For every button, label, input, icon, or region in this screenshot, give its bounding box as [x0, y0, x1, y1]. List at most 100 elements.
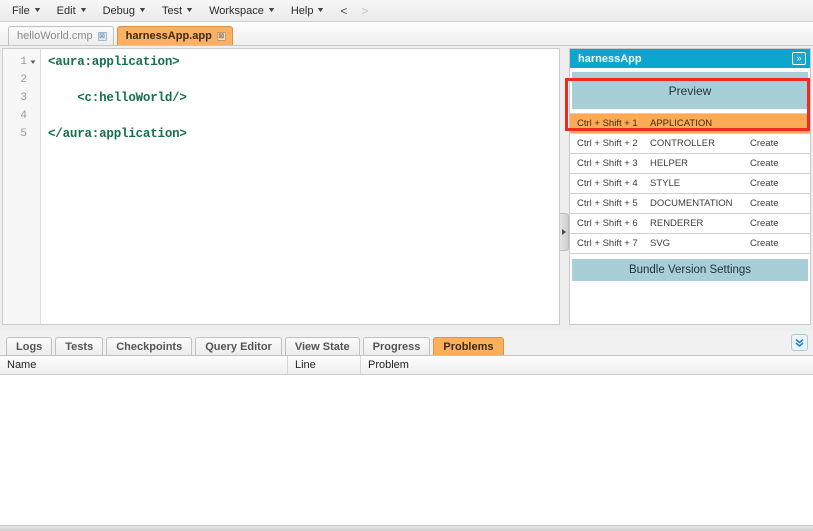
code-row: 5 </aura:application> — [3, 125, 559, 143]
file-tab-label: helloWorld.cmp — [17, 30, 93, 42]
menu-item-workspace[interactable]: Workspace ▼ — [209, 4, 282, 18]
preview-button[interactable]: Preview — [572, 72, 808, 109]
chevron-double-right-icon[interactable]: » — [792, 52, 806, 65]
bundle-row-svg[interactable]: Ctrl + Shift + 7 SVG Create — [570, 234, 810, 254]
problems-table: Name Line Problem — [0, 356, 813, 525]
column-header-name[interactable]: Name — [0, 356, 288, 374]
close-icon[interactable]: ⊠ — [216, 31, 226, 41]
column-header-line[interactable]: Line — [288, 356, 361, 374]
preview-button-label: Preview — [668, 83, 712, 98]
tab-problems[interactable]: Problems — [433, 337, 504, 355]
code-text: <aura:application> — [48, 55, 180, 69]
problems-table-body — [0, 375, 813, 525]
create-link[interactable]: Create — [750, 138, 810, 149]
bundle-row-style[interactable]: Ctrl + Shift + 4 STYLE Create — [570, 174, 810, 194]
resource-name: HELPER — [650, 158, 689, 169]
line-number: 2 — [20, 74, 27, 86]
menu-item-file[interactable]: File ▼ — [12, 4, 48, 18]
bundle-row-helper[interactable]: Ctrl + Shift + 3 HELPER Create — [570, 154, 810, 174]
resource-name: SVG — [650, 238, 671, 249]
create-link[interactable]: Create — [750, 218, 810, 229]
file-tab-helloworld-cmp[interactable]: helloWorld.cmp ⊠ — [8, 26, 114, 45]
column-header-problem[interactable]: Problem — [361, 356, 813, 374]
menu-item-label: Edit — [56, 4, 76, 17]
sidebar-title: harnessApp — [578, 52, 642, 65]
tab-progress[interactable]: Progress — [362, 337, 431, 355]
nav-forward-icon[interactable]: > — [361, 5, 368, 17]
line-number: 5 — [20, 128, 27, 140]
menu-item-label: Help — [290, 4, 314, 17]
bundle-resource-list: Ctrl + Shift + 1 APPLICATION Ctrl + Shif… — [570, 113, 810, 254]
bundle-version-settings-button[interactable]: Bundle Version Settings — [572, 259, 808, 281]
tab-label: Problems — [443, 340, 494, 353]
resource-name: STYLE — [650, 178, 681, 189]
tab-label: Progress — [372, 340, 421, 353]
shortcut-label: Ctrl + Shift + 3 — [577, 158, 638, 169]
resource-name: APPLICATION — [650, 118, 713, 129]
work-area: 1 ▾ <aura:application> 2 3 <c:helloWorld… — [0, 46, 813, 377]
code-editor[interactable]: 1 ▾ <aura:application> 2 3 <c:helloWorld… — [2, 48, 560, 325]
shortcut-label: Ctrl + Shift + 1 — [577, 118, 638, 129]
create-link[interactable]: Create — [750, 198, 810, 209]
sidebar-splitter-handle[interactable] — [560, 213, 569, 251]
caret-down-icon: ▼ — [185, 7, 195, 14]
resource-name: DOCUMENTATION — [650, 198, 733, 209]
bundle-row-documentation[interactable]: Ctrl + Shift + 5 DOCUMENTATION Create — [570, 194, 810, 214]
chevron-double-down-icon[interactable] — [791, 334, 808, 351]
tab-tests[interactable]: Tests — [55, 337, 104, 355]
shortcut-label: Ctrl + Shift + 5 — [577, 198, 638, 209]
tab-label: Checkpoints — [116, 340, 183, 353]
line-number: 3 — [20, 92, 27, 104]
menu-item-edit[interactable]: Edit ▼ — [57, 4, 94, 18]
code-row: 2 — [3, 71, 559, 89]
fold-toggle-icon[interactable]: ▾ — [25, 58, 42, 66]
code-text: <c:helloWorld/> — [48, 91, 187, 105]
bundle-sidebar: harnessApp » Preview Ctrl + Shift + 1 AP… — [569, 48, 811, 325]
create-link[interactable]: Create — [750, 158, 810, 169]
code-row: 1 ▾ <aura:application> — [3, 53, 559, 71]
code-row: 4 — [3, 107, 559, 125]
shortcut-label: Ctrl + Shift + 6 — [577, 218, 638, 229]
file-tab-strip: helloWorld.cmp ⊠ harnessApp.app ⊠ — [0, 22, 813, 46]
create-link[interactable]: Create — [750, 238, 810, 249]
developer-console-window: File ▼ Edit ▼ Debug ▼ Test ▼ Workspace ▼… — [0, 0, 813, 531]
menu-item-label: Workspace — [209, 4, 264, 17]
menu-item-help[interactable]: Help ▼ — [291, 4, 332, 18]
caret-down-icon: ▼ — [266, 7, 276, 14]
line-number: 1 — [20, 56, 27, 68]
tab-checkpoints[interactable]: Checkpoints — [106, 337, 193, 355]
shortcut-label: Ctrl + Shift + 2 — [577, 138, 638, 149]
tab-logs[interactable]: Logs — [6, 337, 53, 355]
file-tab-label: harnessApp.app — [125, 30, 212, 42]
file-tab-harnessapp-app[interactable]: harnessApp.app ⊠ — [116, 26, 233, 45]
menu-item-label: File — [12, 4, 30, 17]
problems-table-header: Name Line Problem — [0, 356, 813, 375]
bottom-tab-strip: Logs Tests Checkpoints Query Editor View… — [0, 334, 813, 356]
create-link[interactable]: Create — [750, 178, 810, 189]
close-icon[interactable]: ⊠ — [97, 31, 107, 41]
shortcut-label: Ctrl + Shift + 7 — [577, 238, 638, 249]
bundle-version-settings-label: Bundle Version Settings — [628, 264, 752, 276]
bottom-panel: Logs Tests Checkpoints Query Editor View… — [0, 331, 813, 531]
bundle-row-controller[interactable]: Ctrl + Shift + 2 CONTROLLER Create — [570, 134, 810, 154]
caret-down-icon: ▼ — [137, 7, 147, 14]
resource-name: RENDERER — [650, 218, 704, 229]
menu-item-debug[interactable]: Debug ▼ — [103, 4, 153, 18]
bundle-row-renderer[interactable]: Ctrl + Shift + 6 RENDERER Create — [570, 214, 810, 234]
caret-down-icon: ▼ — [32, 7, 42, 14]
tab-query-editor[interactable]: Query Editor — [195, 337, 282, 355]
tab-label: Logs — [16, 340, 43, 353]
nav-back-icon[interactable]: < — [340, 5, 347, 17]
tab-label: Tests — [65, 340, 94, 353]
window-bottom-edge — [0, 525, 813, 531]
menu-item-label: Debug — [102, 4, 135, 17]
menu-bar: File ▼ Edit ▼ Debug ▼ Test ▼ Workspace ▼… — [0, 0, 813, 22]
line-number: 4 — [20, 110, 27, 122]
menu-item-test[interactable]: Test ▼ — [162, 4, 200, 18]
caret-down-icon: ▼ — [316, 7, 326, 14]
bundle-row-application[interactable]: Ctrl + Shift + 1 APPLICATION — [570, 114, 810, 134]
menu-item-label: Test — [161, 4, 183, 17]
resource-name: CONTROLLER — [650, 138, 715, 149]
tab-view-state[interactable]: View State — [284, 337, 360, 355]
code-text: </aura:application> — [48, 127, 187, 141]
